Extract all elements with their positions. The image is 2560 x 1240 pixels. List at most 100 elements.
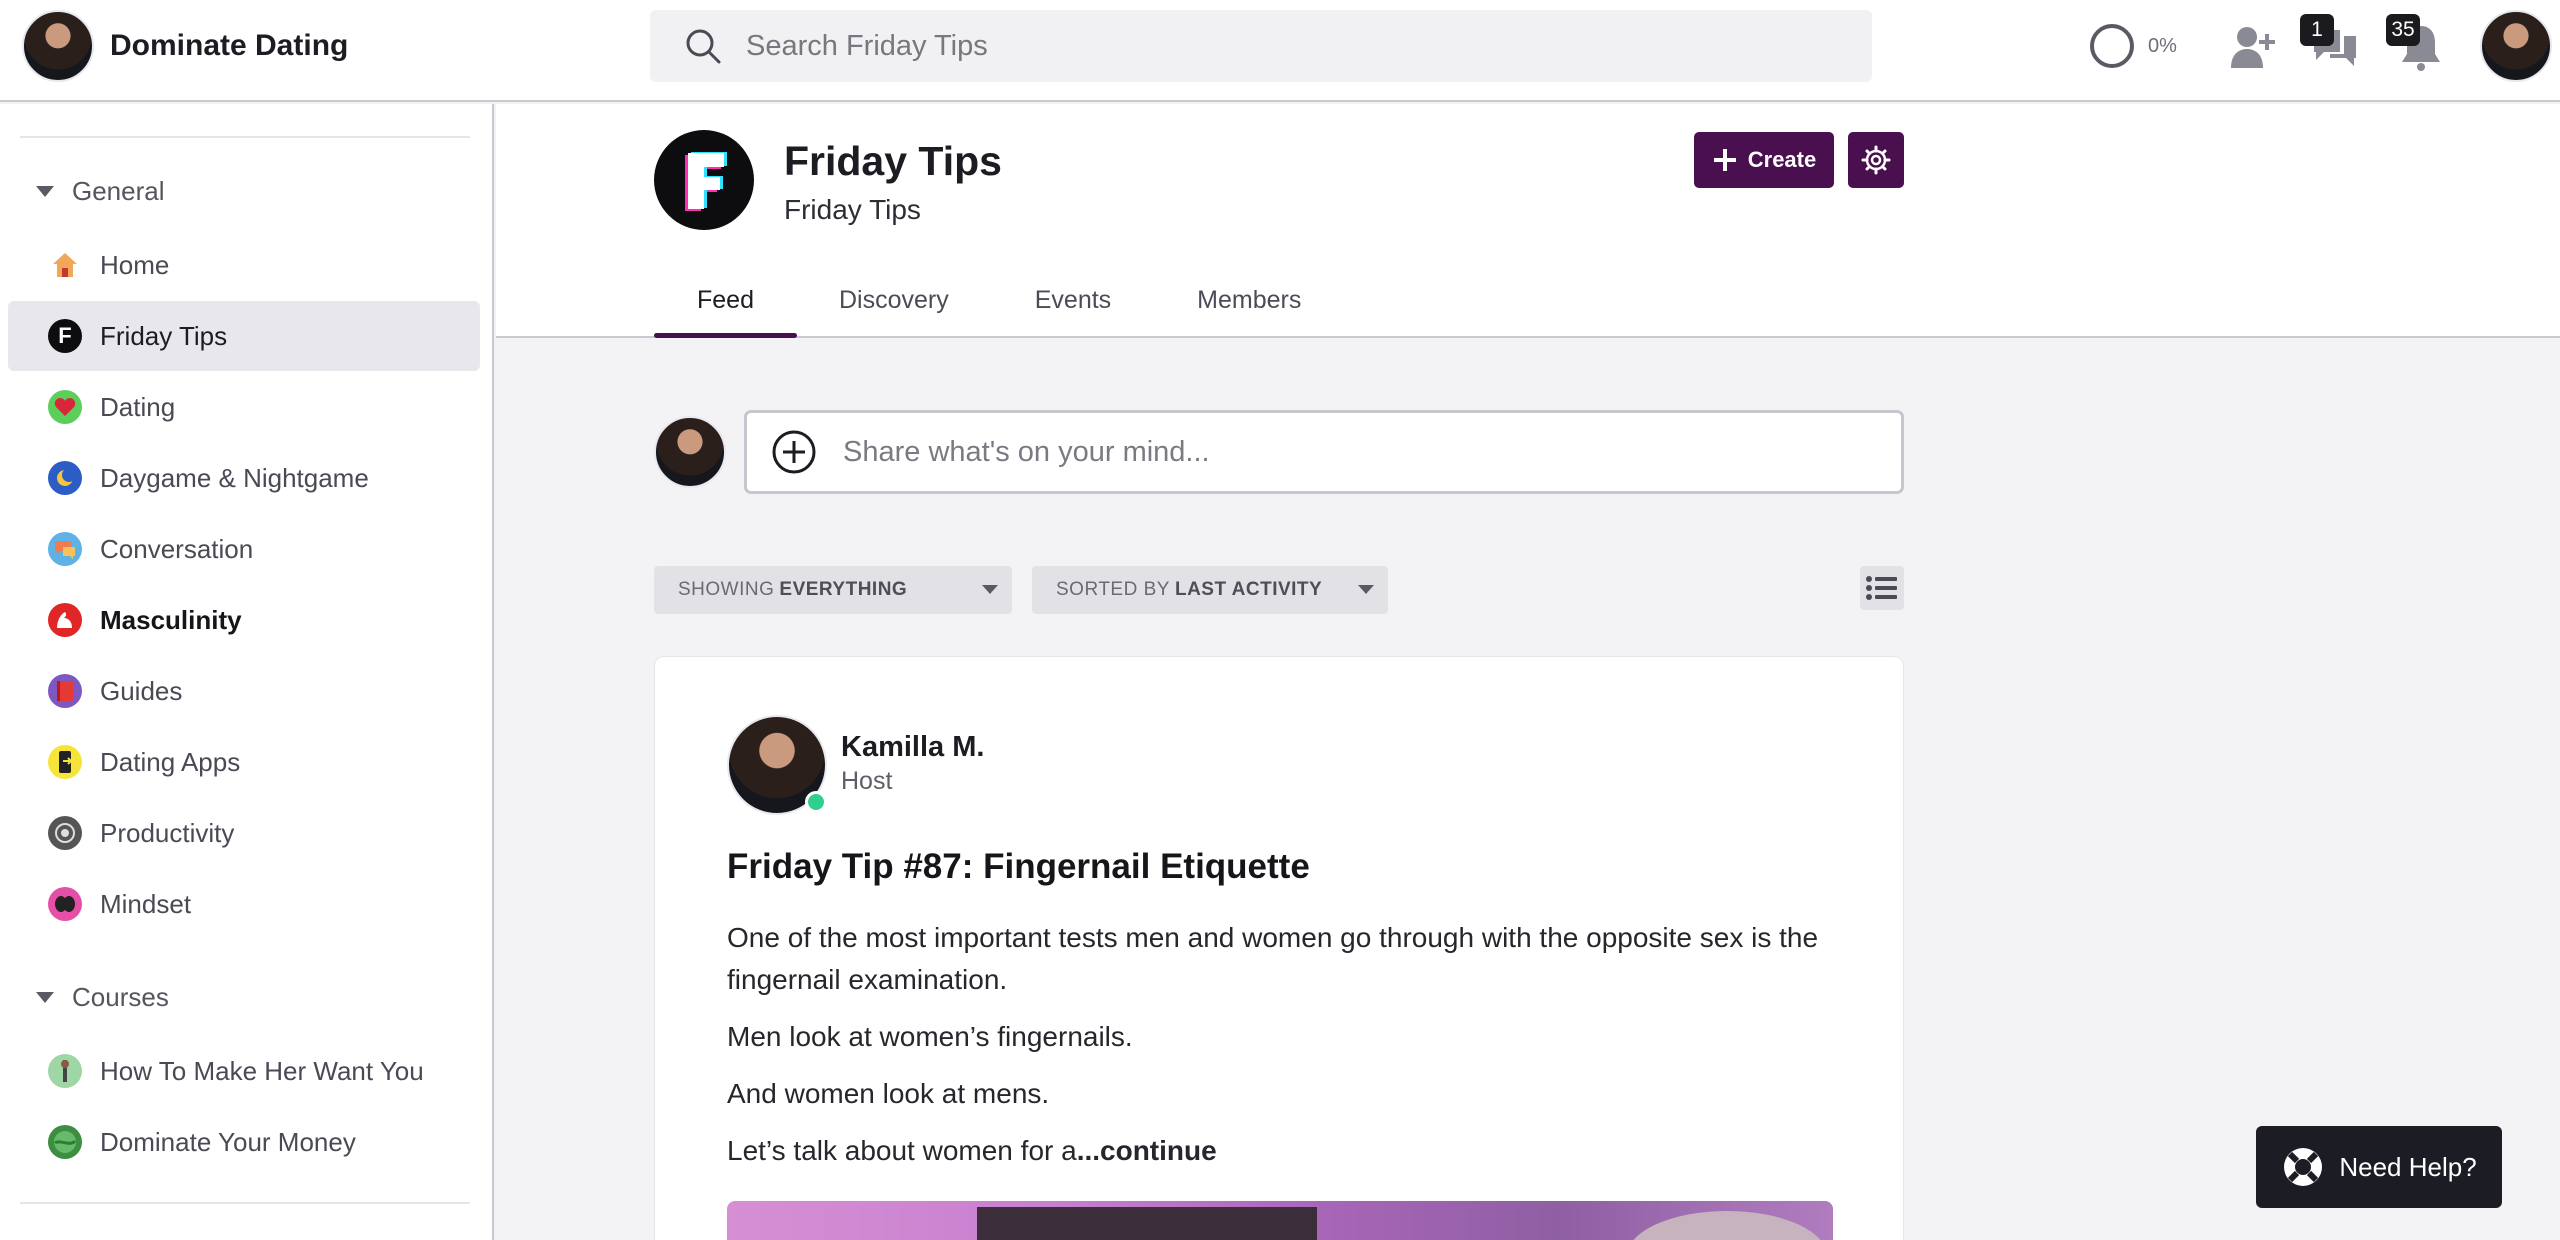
sidebar-item-productivity[interactable]: Productivity xyxy=(8,798,480,868)
sort-filter-prefix: SORTED BY xyxy=(1056,579,1170,600)
search-icon xyxy=(686,29,721,64)
sort-filter-value: LAST ACTIVITY xyxy=(1174,579,1323,600)
progress-ring-icon xyxy=(2090,24,2134,68)
sidebar-item-label: Dating Apps xyxy=(100,746,241,777)
messages-badge: 1 xyxy=(2300,14,2334,46)
post-author-role: Host xyxy=(841,767,893,795)
need-help-button[interactable]: Need Help? xyxy=(2256,1126,2502,1208)
add-circle-icon xyxy=(772,430,816,474)
sidebar-item-home[interactable]: Home xyxy=(8,230,480,300)
phone-icon xyxy=(48,745,82,779)
user-avatar-button[interactable] xyxy=(2480,10,2552,82)
tab-feed[interactable]: Feed xyxy=(654,264,797,338)
sidebar-item-label: Daygame & Nightgame xyxy=(100,462,369,493)
space-header: Friday Tips Friday Tips Create Feed Disc… xyxy=(496,104,2560,338)
post-paragraph: And women look at mens. xyxy=(727,1078,1050,1109)
caret-down-icon xyxy=(36,992,54,1003)
sidebar-item-daygame-nightgame[interactable]: Daygame & Nightgame xyxy=(8,443,480,513)
showing-filter-prefix: SHOWING xyxy=(678,579,775,600)
sidebar-section-courses[interactable]: Courses xyxy=(36,982,169,1013)
lifebuoy-icon xyxy=(2284,1148,2323,1186)
post-card: Kamilla M. Host Friday Tip #87: Fingerna… xyxy=(654,656,1904,1240)
create-button[interactable]: Create xyxy=(1694,132,1834,188)
sidebar-item-label: Dating xyxy=(100,391,176,422)
sort-filter-dropdown[interactable]: SORTED BY LAST ACTIVITY xyxy=(1032,566,1388,614)
sidebar-item-label: Friday Tips xyxy=(100,320,228,351)
sidebar-item-label: Home xyxy=(100,249,170,280)
sidebar-item-how-to-make-her-want-you[interactable]: How To Make Her Want You xyxy=(8,1036,480,1106)
sidebar-item-label: Mindset xyxy=(100,888,192,919)
sidebar-item-masculinity[interactable]: Masculinity xyxy=(8,585,480,655)
globe-money-icon xyxy=(48,1125,82,1159)
sidebar-item-dominate-your-money[interactable]: Dominate Your Money xyxy=(8,1107,480,1177)
space-tabs: Feed Discovery Events Members xyxy=(654,264,1387,338)
tab-events[interactable]: Events xyxy=(1035,264,1111,338)
sidebar: General Home F Friday Tips Dating Daygam… xyxy=(0,104,494,1240)
space-subtitle: Friday Tips xyxy=(784,194,921,225)
sidebar-item-label: How To Make Her Want You xyxy=(100,1055,424,1086)
post-teaser-text: Let’s talk about women for a xyxy=(727,1135,1077,1166)
plus-icon xyxy=(1713,149,1736,171)
tab-discovery[interactable]: Discovery xyxy=(839,264,949,338)
heart-icon xyxy=(48,390,82,424)
showing-filter-dropdown[interactable]: SHOWING EVERYTHING xyxy=(654,566,1012,614)
brand-avatar[interactable] xyxy=(22,10,94,82)
sidebar-item-dating[interactable]: Dating xyxy=(8,372,480,442)
gear-icon xyxy=(1861,145,1891,175)
sidebar-divider xyxy=(20,1202,470,1204)
sidebar-item-label: Conversation xyxy=(100,533,254,564)
composer-avatar xyxy=(654,416,726,488)
notifications-button[interactable]: 35 xyxy=(2386,14,2448,74)
post-body: One of the most important tests men and … xyxy=(727,917,1847,1187)
post-title[interactable]: Friday Tip #87: Fingernail Etiquette xyxy=(727,847,1310,887)
space-settings-button[interactable] xyxy=(1848,132,1904,188)
book-icon xyxy=(48,674,82,708)
course-thumb-icon xyxy=(48,1054,82,1088)
sidebar-divider xyxy=(20,136,470,138)
post-composer[interactable]: Share what's on your mind... xyxy=(744,410,1904,494)
post-paragraph: One of the most important tests men and … xyxy=(727,922,1819,995)
sidebar-item-label: Guides xyxy=(100,675,183,706)
brand-name[interactable]: Dominate Dating xyxy=(110,29,348,63)
gear-cycle-icon xyxy=(48,816,82,850)
search-bar[interactable] xyxy=(650,10,1872,82)
add-user-icon xyxy=(2231,27,2275,68)
sidebar-item-guides[interactable]: Guides xyxy=(8,656,480,726)
house-icon xyxy=(48,248,82,282)
friday-tips-logo-icon xyxy=(685,152,727,211)
sidebar-section-general[interactable]: General xyxy=(36,176,165,207)
sidebar-item-label: Dominate Your Money xyxy=(100,1126,356,1157)
brain-icon xyxy=(48,887,82,921)
view-toggle-button[interactable] xyxy=(1860,566,1904,610)
sidebar-item-dating-apps[interactable]: Dating Apps xyxy=(8,727,480,797)
list-view-icon xyxy=(1866,576,1897,600)
add-member-button[interactable] xyxy=(2226,20,2280,74)
moon-sun-icon xyxy=(48,461,82,495)
post-paragraph-teaser: Let’s talk about women for a...continue xyxy=(727,1130,1847,1172)
space-title: Friday Tips xyxy=(784,138,1002,184)
progress-label: 0% xyxy=(2148,34,2177,57)
continue-link[interactable]: ...continue xyxy=(1077,1135,1217,1166)
search-input[interactable] xyxy=(746,29,1746,63)
top-bar: Dominate Dating 0% 1 35 xyxy=(0,0,2560,102)
notifications-badge: 35 xyxy=(2386,14,2420,46)
post-paragraph: Men look at women’s fingernails. xyxy=(727,1021,1133,1052)
create-button-label: Create xyxy=(1747,147,1817,172)
brand[interactable]: Dominate Dating xyxy=(22,10,348,82)
sidebar-item-conversation[interactable]: Conversation xyxy=(8,514,480,584)
onboarding-progress[interactable]: 0% xyxy=(2090,24,2177,68)
composer-placeholder: Share what's on your mind... xyxy=(843,435,1210,468)
sidebar-item-friday-tips[interactable]: F Friday Tips xyxy=(8,301,480,371)
sidebar-item-label: Masculinity xyxy=(100,604,242,635)
messages-button[interactable]: 1 xyxy=(2300,14,2362,74)
space-logo xyxy=(654,130,754,230)
online-status-dot xyxy=(805,791,827,813)
post-cover-image[interactable] xyxy=(727,1201,1833,1240)
post-author-name[interactable]: Kamilla M. xyxy=(841,731,984,764)
tab-members[interactable]: Members xyxy=(1197,264,1301,338)
sidebar-section-label: General xyxy=(72,176,165,206)
flexed-arm-icon xyxy=(48,603,82,637)
showing-filter-value: EVERYTHING xyxy=(779,579,908,600)
speech-bubble-icon xyxy=(48,532,82,566)
sidebar-item-mindset[interactable]: Mindset xyxy=(8,869,480,939)
